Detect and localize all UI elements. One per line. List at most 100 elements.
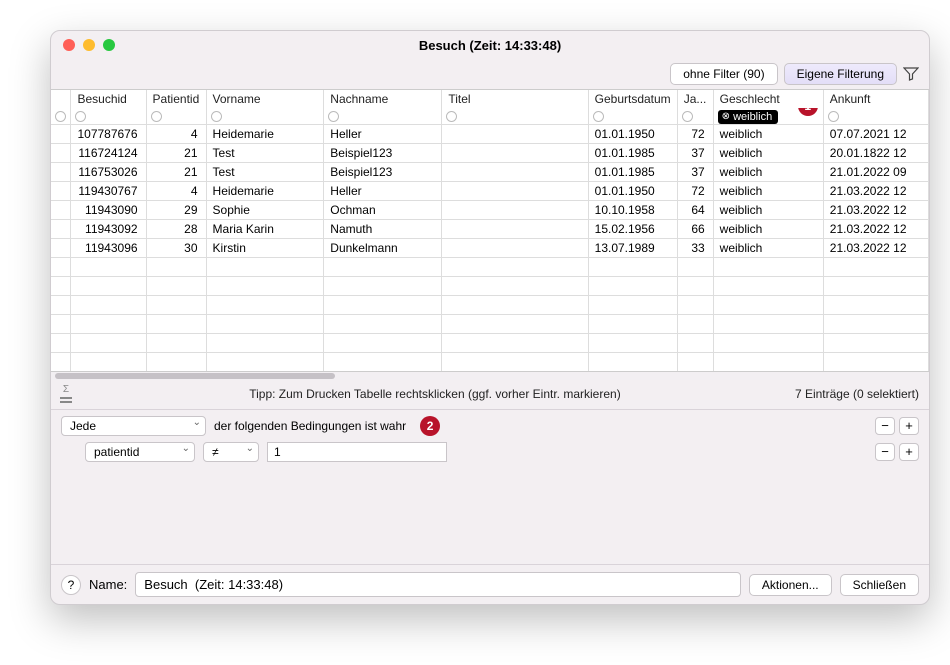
criteria-row-1: patientid ≠ − + — [61, 442, 919, 462]
cell-besuchid: 11943092 — [71, 219, 146, 238]
filter-row: ⊗ weiblich 1 — [51, 108, 929, 124]
add-condition-button[interactable]: + — [899, 443, 919, 461]
minimize-window-icon[interactable] — [83, 39, 95, 51]
cell-vorname: Heidemarie — [206, 181, 324, 200]
quantifier-select[interactable]: Jede — [61, 416, 206, 436]
cell-patientid: 29 — [146, 200, 206, 219]
close-window-icon[interactable] — [63, 39, 75, 51]
col-nachname[interactable]: Nachname — [324, 90, 442, 108]
cell-ankunft: 21.03.2022 12 — [823, 181, 928, 200]
name-label: Name: — [89, 577, 127, 592]
empty-row — [51, 333, 929, 352]
cell-vorname: Sophie — [206, 200, 324, 219]
window: Besuch (Zeit: 14:33:48) ohne Filter (90)… — [50, 30, 930, 605]
table-row[interactable]: 1194307674HeidemarieHeller01.01.195072we… — [51, 181, 929, 200]
cell-vorname: Maria Karin — [206, 219, 324, 238]
cell-titel — [442, 200, 588, 219]
data-table: Besuchid Patientid Vorname Nachname Tite… — [51, 90, 929, 371]
col-titel[interactable]: Titel — [442, 90, 588, 108]
cell-besuchid: 119430767 — [71, 181, 146, 200]
operator-select[interactable]: ≠ — [203, 442, 259, 462]
filter-radio-icon[interactable] — [828, 111, 839, 122]
cell-geschlecht: weiblich — [713, 219, 823, 238]
remove-condition-button[interactable]: − — [875, 443, 895, 461]
filter-radio-icon[interactable] — [446, 111, 457, 122]
maximize-window-icon[interactable] — [103, 39, 115, 51]
table-row[interactable]: 11675302621TestBeispiel12301.01.198537we… — [51, 162, 929, 181]
cell-ankunft: 07.07.2021 12 — [823, 124, 928, 143]
cell-patientid: 4 — [146, 124, 206, 143]
cell-nachname: Dunkelmann — [324, 238, 442, 257]
close-button[interactable]: Schließen — [840, 574, 919, 596]
col-vorname[interactable]: Vorname — [206, 90, 324, 108]
filter-radio-icon[interactable] — [55, 111, 66, 122]
no-filter-button[interactable]: ohne Filter (90) — [670, 63, 777, 85]
col-ankunft[interactable]: Ankunft — [823, 90, 928, 108]
geschlecht-filter-chip[interactable]: ⊗ weiblich — [718, 110, 779, 124]
filter-radio-icon[interactable] — [75, 111, 86, 122]
own-filter-button[interactable]: Eigene Filterung — [784, 63, 897, 85]
field-select[interactable]: patientid — [85, 442, 195, 462]
table-row[interactable]: 1194309630KirstinDunkelmann13.07.198933w… — [51, 238, 929, 257]
cell-ankunft: 20.01.1822 12 — [823, 143, 928, 162]
cell-nachname: Heller — [324, 124, 442, 143]
cell-titel — [442, 162, 588, 181]
traffic-lights — [63, 39, 115, 51]
filter-toolbar: ohne Filter (90) Eigene Filterung — [51, 59, 929, 89]
horizontal-scrollbar[interactable] — [51, 372, 929, 380]
table-row[interactable]: 1194309228Maria KarinNamuth15.02.195666w… — [51, 219, 929, 238]
cell-geschlecht: weiblich — [713, 162, 823, 181]
cell-titel — [442, 219, 588, 238]
table-row[interactable]: 1194309029SophieOchman10.10.195864weibli… — [51, 200, 929, 219]
cell-besuchid: 116753026 — [71, 162, 146, 181]
col-besuchid[interactable]: Besuchid — [71, 90, 146, 108]
cell-nachname: Ochman — [324, 200, 442, 219]
col-jahr[interactable]: Ja... — [677, 90, 713, 108]
criteria-panel: Jede der folgenden Bedingungen ist wahr … — [51, 410, 929, 496]
empty-row — [51, 352, 929, 371]
cell-geburtsdatum: 15.02.1956 — [588, 219, 677, 238]
annotation-badge-2: 2 — [420, 416, 440, 436]
empty-row — [51, 276, 929, 295]
annotation-badge-1: 1 — [798, 108, 818, 116]
clear-chip-icon[interactable]: ⊗ — [722, 111, 730, 122]
cell-jahr: 33 — [677, 238, 713, 257]
table-area: Besuchid Patientid Vorname Nachname Tite… — [51, 89, 929, 372]
filter-radio-icon[interactable] — [682, 111, 693, 122]
chip-label: weiblich — [733, 111, 772, 123]
cell-geschlecht: weiblich — [713, 200, 823, 219]
actions-button[interactable]: Aktionen... — [749, 574, 832, 596]
cell-ankunft: 21.01.2022 09 — [823, 162, 928, 181]
cell-geburtsdatum: 01.01.1985 — [588, 143, 677, 162]
cell-jahr: 72 — [677, 181, 713, 200]
cell-vorname: Kirstin — [206, 238, 324, 257]
cell-jahr: 66 — [677, 219, 713, 238]
cell-patientid: 30 — [146, 238, 206, 257]
header-row: Besuchid Patientid Vorname Nachname Tite… — [51, 90, 929, 108]
col-patientid[interactable]: Patientid — [146, 90, 206, 108]
col-geschlecht[interactable]: Geschlecht — [713, 90, 823, 108]
empty-row — [51, 314, 929, 333]
empty-row — [51, 257, 929, 276]
filter-radio-icon[interactable] — [328, 111, 339, 122]
sigma-icon[interactable]: Σ — [57, 384, 75, 403]
cell-vorname: Test — [206, 143, 324, 162]
cell-titel — [442, 143, 588, 162]
filter-radio-icon[interactable] — [211, 111, 222, 122]
table-row[interactable]: 11672412421TestBeispiel12301.01.198537we… — [51, 143, 929, 162]
help-button[interactable]: ? — [61, 575, 81, 595]
add-condition-button[interactable]: + — [899, 417, 919, 435]
cell-nachname: Namuth — [324, 219, 442, 238]
table-row[interactable]: 1077876764HeidemarieHeller01.01.195072we… — [51, 124, 929, 143]
empty-row — [51, 295, 929, 314]
table-body: 1077876764HeidemarieHeller01.01.195072we… — [51, 124, 929, 371]
filter-radio-icon[interactable] — [593, 111, 604, 122]
remove-condition-button[interactable]: − — [875, 417, 895, 435]
cell-geschlecht: weiblich — [713, 181, 823, 200]
col-geburtsdatum[interactable]: Geburtsdatum — [588, 90, 677, 108]
name-input[interactable] — [135, 572, 741, 597]
value-input[interactable] — [267, 442, 447, 462]
cell-vorname: Heidemarie — [206, 124, 324, 143]
filter-radio-icon[interactable] — [151, 111, 162, 122]
filter-funnel-icon[interactable] — [903, 66, 919, 82]
